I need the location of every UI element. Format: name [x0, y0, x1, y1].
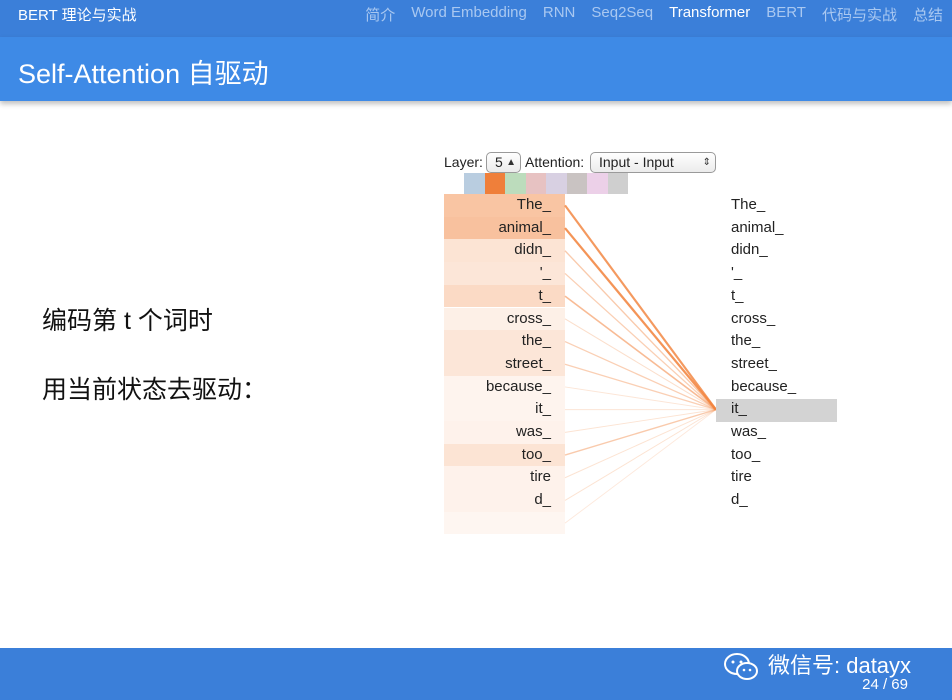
attention-line: [564, 295, 717, 411]
right-token[interactable]: cross_: [731, 308, 775, 331]
right-token[interactable]: didn_: [731, 239, 768, 262]
left-token[interactable]: tire: [444, 466, 565, 490]
attention-line: [564, 409, 717, 501]
left-token[interactable]: animal_: [444, 216, 565, 240]
right-token[interactable]: was_: [731, 421, 766, 444]
attention-line: [564, 340, 717, 411]
left-token[interactable]: too_: [444, 443, 565, 467]
left-token[interactable]: it_: [444, 398, 565, 421]
left-token[interactable]: t_: [444, 284, 565, 308]
attention-line: [564, 227, 717, 411]
left-token[interactable]: cross_: [444, 307, 565, 331]
attention-line: [564, 408, 717, 456]
attention-line: [564, 272, 717, 411]
right-token[interactable]: it_: [731, 398, 747, 421]
page-number: 24 / 69: [862, 676, 908, 693]
right-token[interactable]: the_: [731, 330, 760, 353]
attention-line: [564, 250, 717, 411]
left-token[interactable]: '_: [444, 262, 565, 285]
right-token[interactable]: because_: [731, 376, 796, 399]
attention-line: [564, 386, 717, 411]
left-token[interactable]: was_: [444, 421, 565, 444]
left-token[interactable]: The_: [444, 194, 565, 217]
right-token[interactable]: d_: [731, 489, 748, 512]
left-token[interactable]: because_: [444, 375, 565, 399]
footer-bar: 微信号: datayx 24 / 69: [0, 648, 952, 700]
attention-line: [564, 409, 717, 479]
left-token[interactable]: the_: [444, 330, 565, 353]
left-token[interactable]: d_: [444, 489, 565, 512]
right-token[interactable]: street_: [731, 353, 777, 376]
left-token[interactable]: street_: [444, 352, 565, 376]
right-token[interactable]: tire: [731, 466, 752, 489]
right-token[interactable]: The_: [731, 194, 765, 217]
wechat-icon: [724, 653, 758, 680]
attention-line: [564, 363, 717, 411]
right-token[interactable]: too_: [731, 444, 760, 467]
right-token[interactable]: '_: [731, 262, 742, 285]
attention-line: [564, 204, 717, 411]
attention-line: [564, 409, 717, 433]
attention-line: [564, 409, 717, 524]
left-token[interactable]: didn_: [444, 239, 565, 263]
attention-line: [564, 318, 717, 411]
right-token[interactable]: animal_: [731, 217, 784, 240]
left-token[interactable]: [444, 511, 565, 535]
right-token[interactable]: t_: [731, 285, 744, 308]
